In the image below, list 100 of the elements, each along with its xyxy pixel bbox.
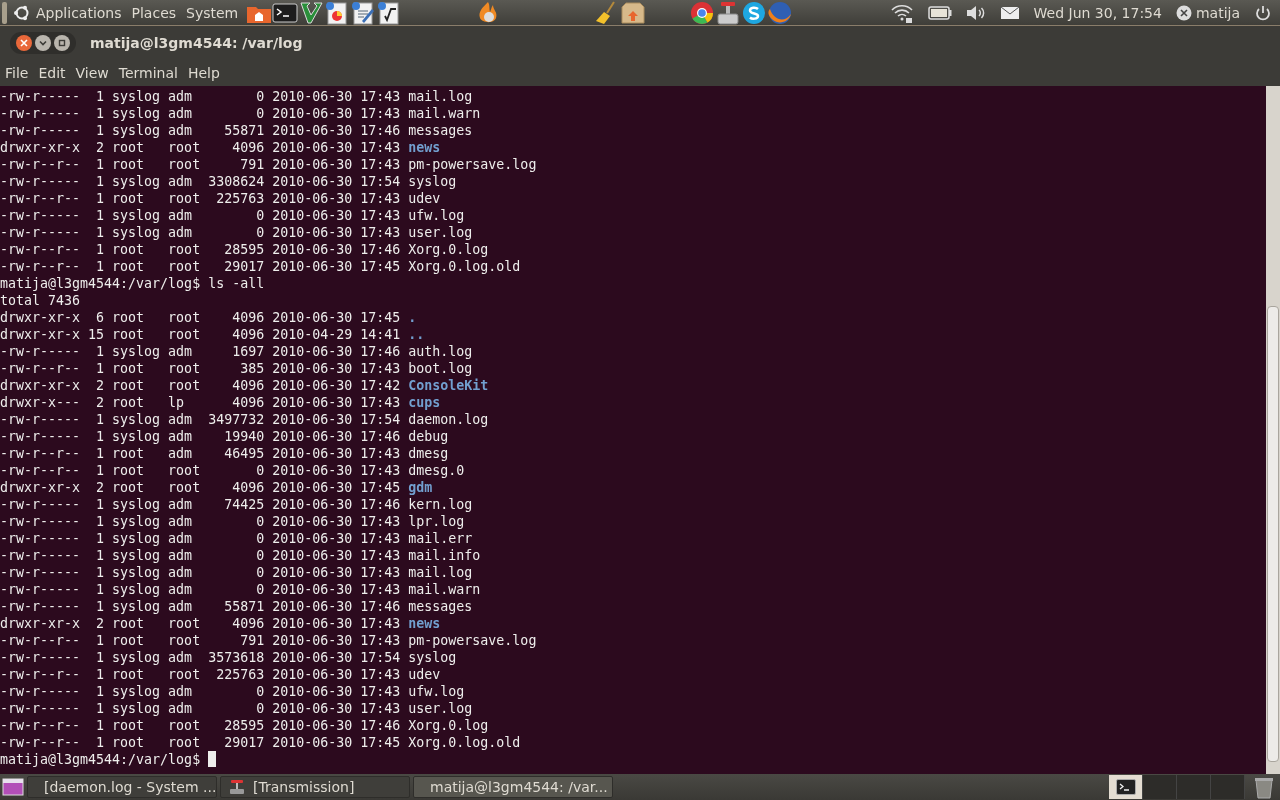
file-info: -rw-r--r-- 1 root root 28595 2010-06-30 17:46 [0,241,401,258]
window-title: matija@l3gm4544: /var/log [90,35,303,51]
file-name: ufw.log [408,207,465,224]
file-name: syslog [408,649,457,666]
file-name: dmesg [408,445,449,462]
directory-name: gdm [408,479,433,496]
file-name: Xorg.0.log.old [408,258,521,275]
file-info: -rw-r--r-- 1 root root 0 2010-06-30 17:43 [0,462,401,479]
taskbar-button[interactable]: matija@l3gm4544: /var... [413,776,613,798]
file-info: -rw-r--r-- 1 root root 225763 2010-06-30 17:43 [0,190,401,207]
directory-name: cups [408,394,441,411]
directory-name: news [408,615,441,632]
s-letter-circle-icon[interactable] [741,0,768,25]
file-info: drwxr-xr-x 6 root root 4096 2010-06-30 17:45 [0,309,401,326]
fox-globe-icon[interactable] [767,0,794,25]
panel-menu[interactable]: System [181,4,244,21]
file-info: drwxr-xr-x 2 root root 4096 2010-06-30 17:42 [0,377,401,394]
file-name: messages [408,122,473,139]
circle-of-friends-icon[interactable] [13,3,31,22]
file-info: -rw-r----- 1 syslog adm 0 2010-06-30 17:43 [0,700,401,717]
file-name: user.log [408,700,473,717]
transmission-icon [229,779,245,795]
menu-item[interactable]: Terminal [113,65,183,81]
file-info: -rw-r--r-- 1 root root 29017 2010-06-30 17:45 [0,258,401,275]
scrollbar[interactable] [1266,86,1280,774]
file-name: dmesg.0 [408,462,465,479]
panel-menu[interactable]: Places [126,4,182,21]
vim-icon[interactable] [298,0,325,25]
clock[interactable]: Wed Jun 30, 17:54 [1033,4,1162,21]
file-name: Xorg.0.log [408,241,489,258]
file-name: debug [408,428,449,445]
volume-icon[interactable] [965,4,986,21]
taskbar-button[interactable]: [Transmission] [220,776,410,798]
package-icon[interactable] [620,0,647,25]
trash-icon[interactable] [1252,775,1276,799]
file-name: daemon.log [408,411,489,428]
workspace-button[interactable] [1109,775,1143,799]
minimize-button[interactable] [35,35,51,51]
terminal-icon[interactable] [272,0,299,25]
text-document-icon[interactable] [350,0,377,25]
file-name: ufw.log [408,683,465,700]
menu-item[interactable]: File [0,65,34,81]
file-info: -rw-r--r-- 1 root root 791 2010-06-30 17:43 [0,156,401,173]
menu-item[interactable]: View [70,65,114,81]
file-name: boot.log [408,360,473,377]
directory-name: ConsoleKit [408,377,489,394]
show-desktop-icon[interactable] [2,777,24,797]
file-name: Xorg.0.log.old [408,734,521,751]
file-info: -rw-r----- 1 syslog adm 0 2010-06-30 17:43 [0,224,401,241]
taskbar-button[interactable]: [daemon.log - System ... [27,776,217,798]
file-info: -rw-r----- 1 syslog adm 1697 2010-06-30 17:46 [0,343,401,360]
wifi-icon[interactable] [889,2,914,23]
file-info: -rw-r----- 1 syslog adm 0 2010-06-30 17:43 [0,530,401,547]
file-info: -rw-r--r-- 1 root root 385 2010-06-30 17:43 [0,360,401,377]
user-name[interactable]: matija [1195,4,1240,21]
close-icon [20,39,28,47]
file-info: -rw-r--r-- 1 root root 28595 2010-06-30 17:46 [0,717,401,734]
maximize-button[interactable] [54,35,70,51]
file-info: -rw-r--r-- 1 root root 29017 2010-06-30 17:45 [0,734,401,751]
file-info: drwxr-xr-x 2 root root 4096 2010-06-30 17:43 [0,139,401,156]
envelope-icon[interactable] [999,5,1020,20]
power-icon[interactable] [1254,3,1272,22]
terminal-icon [1115,779,1136,795]
file-name: lpr.log [408,513,465,530]
menu-item[interactable]: Help [182,65,225,81]
output-text: total 7436 [0,292,81,309]
tricolor-circle-icon[interactable] [689,0,716,25]
scrollbar-thumb[interactable] [1267,306,1279,762]
battery-icon[interactable] [927,5,952,20]
file-info: drwxr-xr-x 15 root root 4096 2010-04-29 14:41 [0,326,401,343]
file-info: -rw-r----- 1 syslog adm 0 2010-06-30 17:43 [0,564,401,581]
file-info: -rw-r----- 1 syslog adm 19940 2010-06-30 17:46 [0,428,401,445]
panel-handle[interactable] [2,1,7,24]
file-info: -rw-r----- 1 syslog adm 55871 2010-06-30 17:46 [0,598,401,615]
file-info: drwxr-xr-x 2 root root 4096 2010-06-30 17:45 [0,479,401,496]
file-info: -rw-r----- 1 syslog adm 0 2010-06-30 17:43 [0,105,401,122]
file-name: user.log [408,224,473,241]
transmission-icon[interactable] [715,0,742,25]
command-prompt: matija@l3gm4544:/var/log$ ls -all [0,275,265,292]
file-info: -rw-r----- 1 syslog adm 3573618 2010-06-30 17:54 [0,649,401,666]
file-name: mail.err [408,530,473,547]
file-info: -rw-r----- 1 syslog adm 0 2010-06-30 17:43 [0,513,401,530]
file-info: -rw-r--r-- 1 root root 225763 2010-06-30 17:43 [0,666,401,683]
file-info: -rw-r----- 1 syslog adm 3497732 2010-06-30 17:54 [0,411,401,428]
file-info: -rw-r--r-- 1 root adm 46495 2010-06-30 17:43 [0,445,401,462]
directory-name: . [408,309,417,326]
close-button[interactable] [16,35,32,51]
file-info: -rw-r----- 1 syslog adm 0 2010-06-30 17:43 [0,88,401,105]
file-info: -rw-r--r-- 1 root root 791 2010-06-30 17:43 [0,632,401,649]
directory-name: news [408,139,441,156]
file-info: -rw-r----- 1 syslog adm 74425 2010-06-30 17:46 [0,496,401,513]
file-info: -rw-r----- 1 syslog adm 0 2010-06-30 17:43 [0,683,401,700]
file-name: udev [408,190,441,207]
file-info: -rw-r----- 1 syslog adm 3308624 2010-06-30 17:54 [0,173,401,190]
file-name: pm-powersave.log [408,156,537,173]
file-name: syslog [408,173,457,190]
panel-menu[interactable]: Applications [31,4,127,21]
menu-item[interactable]: Edit [33,65,71,81]
file-name: mail.log [408,564,473,581]
chevron-down-icon [39,39,47,47]
